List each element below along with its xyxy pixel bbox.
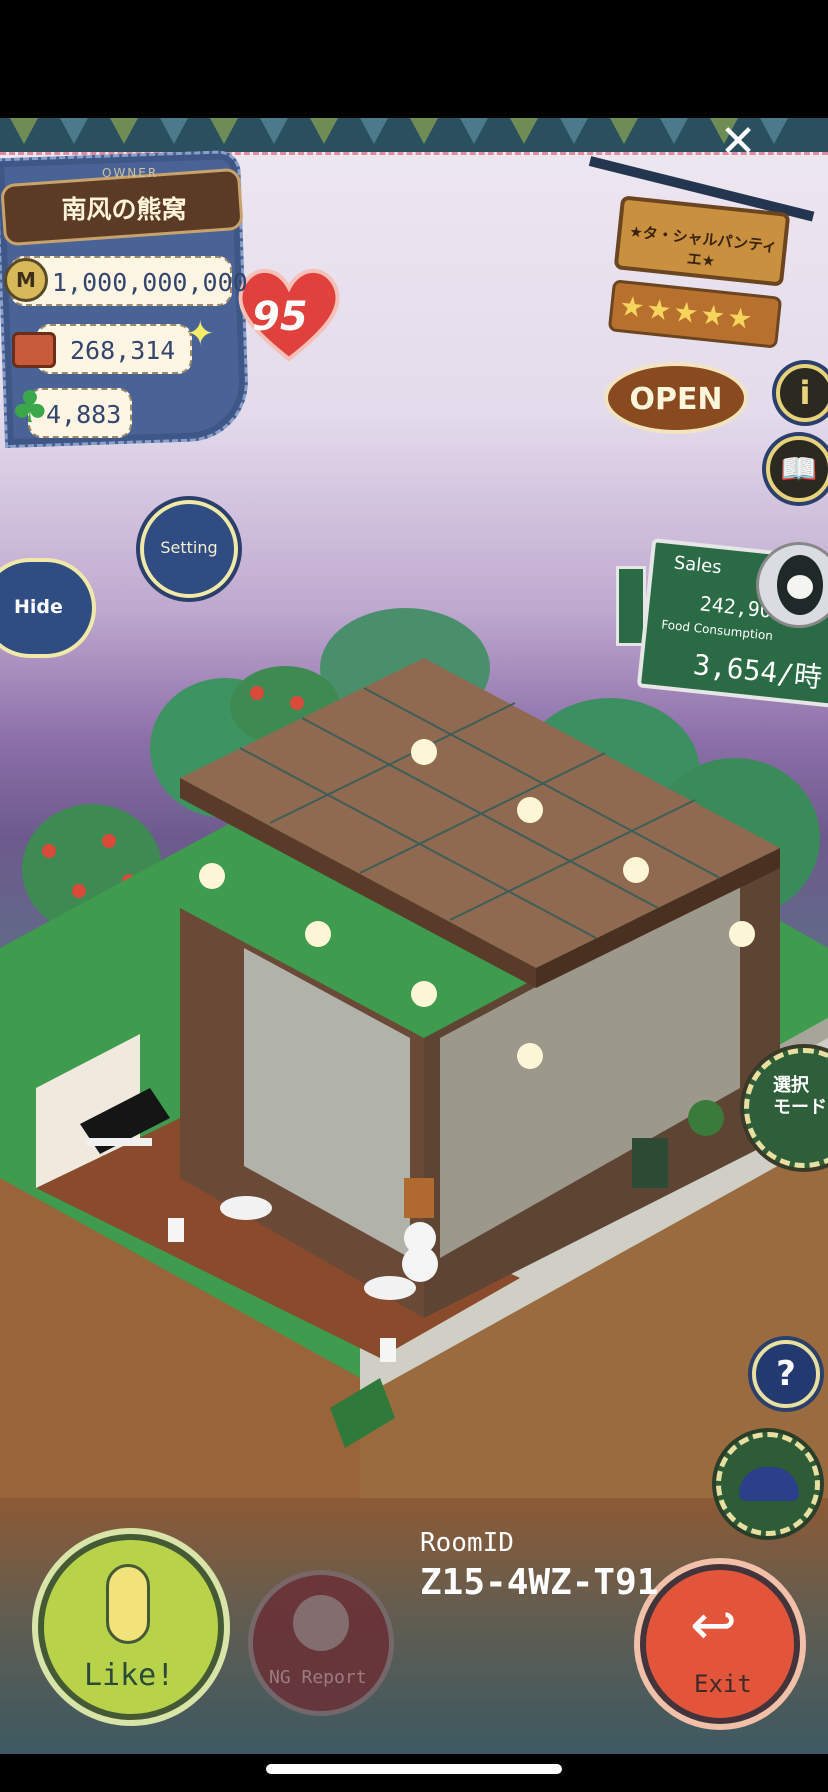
top-bunting <box>0 118 828 152</box>
whistle-icon <box>293 1595 349 1651</box>
help-button[interactable]: ? <box>752 1340 820 1408</box>
close-icon[interactable]: ✕ <box>714 118 762 166</box>
clover-icon: ♣ <box>10 382 50 433</box>
shop-name: ★タ・シャルパンティエ★ <box>628 222 778 271</box>
hide-label: Hide <box>14 596 63 618</box>
open-label: OPEN <box>629 382 723 417</box>
room-id-value: Z15-4WZ-T91 <box>420 1562 659 1603</box>
ng-report-button[interactable]: NG Report <box>248 1570 394 1716</box>
exit-button[interactable]: ↩ Exit <box>640 1564 800 1724</box>
setting-label: Setting <box>160 538 218 557</box>
mode-label: 選択 モード <box>773 1075 827 1118</box>
hide-button[interactable]: Hide <box>0 558 96 658</box>
hat-button[interactable] <box>716 1432 820 1536</box>
game-scene[interactable]: ✕ OWNER 南风の熊窝 95 1,000,000,000 M 268,314… <box>0 118 828 1754</box>
food-consumption-value: 3,654/時 <box>691 648 824 695</box>
owner-tag: OWNER <box>102 166 159 180</box>
bowling-pin-icon <box>106 1564 150 1644</box>
heart-count: 95 <box>252 294 308 340</box>
sales-title: Sales <box>672 552 723 579</box>
food-value: 268,314 <box>70 336 176 365</box>
money-value: 1,000,000,000 <box>52 268 248 297</box>
like-button[interactable]: Like! <box>38 1534 224 1720</box>
exit-label: Exit <box>694 1670 752 1698</box>
home-indicator[interactable] <box>266 1764 562 1774</box>
setting-button[interactable]: Setting <box>140 500 238 598</box>
open-sign[interactable]: OPEN <box>604 362 748 434</box>
coin-icon: M <box>4 258 48 302</box>
book-button[interactable]: 📖 <box>766 436 828 502</box>
like-label: Like! <box>84 1658 175 1693</box>
food-stat: 268,314 <box>36 324 192 374</box>
info-button[interactable]: i <box>776 364 828 422</box>
info-icon: i <box>799 374 811 412</box>
status-bar <box>0 0 828 118</box>
owner-name: 南风の熊窝 <box>61 195 187 224</box>
basket-icon <box>12 332 56 368</box>
book-icon: 📖 <box>780 452 818 487</box>
report-label: NG Report <box>269 1667 367 1688</box>
return-arrow-icon: ↩ <box>690 1593 737 1658</box>
room-id-label: RoomID <box>420 1528 514 1558</box>
sparkle-icon: ✦ <box>186 314 215 354</box>
clover-value: 4,883 <box>46 400 122 429</box>
rating-stars: ★★★★★ <box>617 289 756 337</box>
hat-icon <box>739 1467 799 1501</box>
cafe-building[interactable] <box>0 618 828 1498</box>
rating-plate: ★★★★★ <box>607 279 783 349</box>
help-icon: ? <box>776 1354 796 1394</box>
